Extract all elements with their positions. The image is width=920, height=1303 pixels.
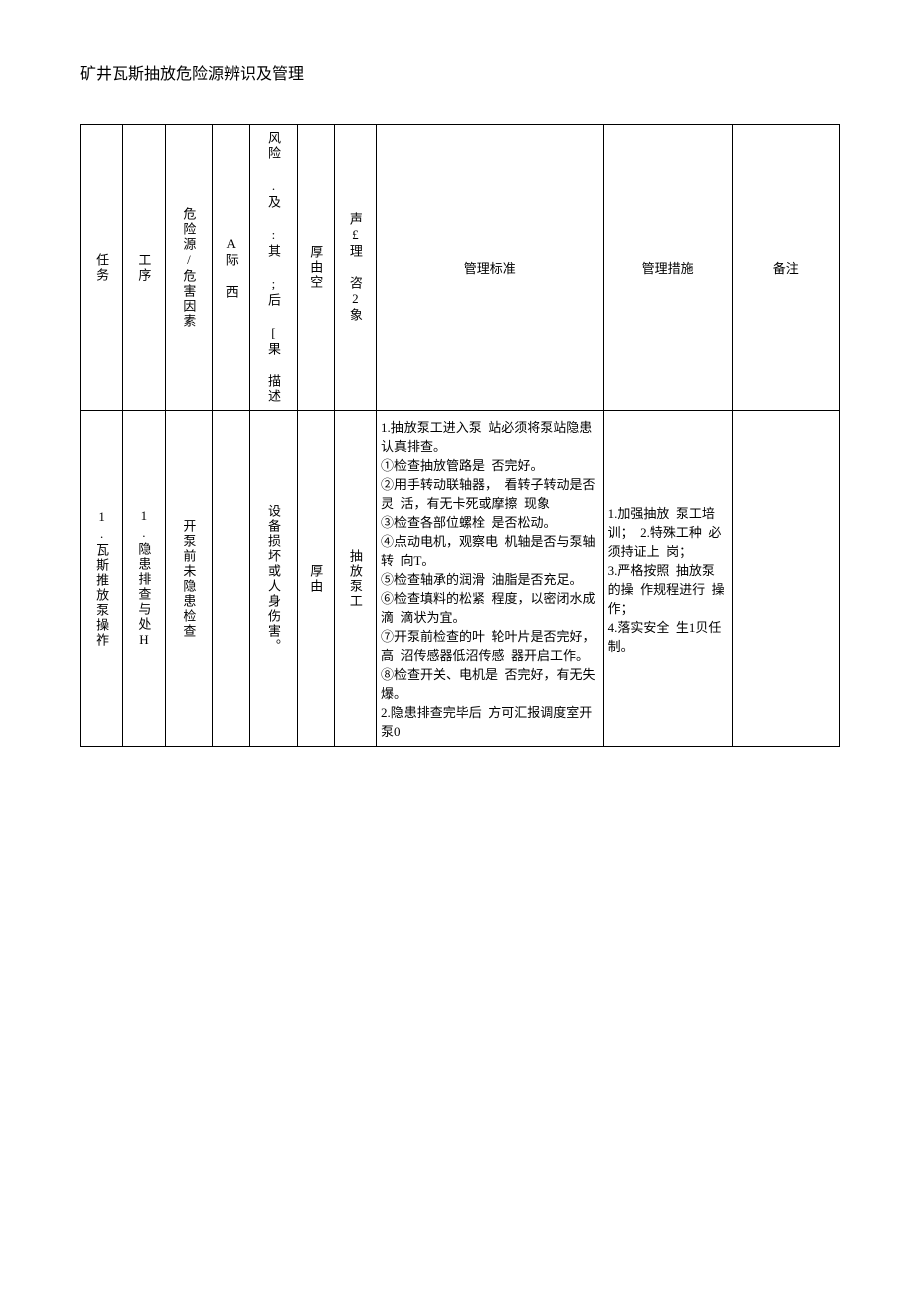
col-remarks: 备注 <box>732 125 839 411</box>
table-row: 1.瓦斯推放泵操祚 1.隐患排查与处H 开泵前未隐患检查 设备损坏或人身伤害。 … <box>81 411 840 747</box>
col-task: 任务 <box>81 125 123 411</box>
table-header-row: 任务 工序 危险源/危害因素 A际 西 风险 .及 :其 ;后 [果 描述 厚由… <box>81 125 840 411</box>
col-5: 厚由空 <box>297 125 334 411</box>
cell-task: 1.瓦斯推放泵操祚 <box>81 411 123 747</box>
col-procedure: 工序 <box>123 125 165 411</box>
col-risk-desc: 风险 .及 :其 ;后 [果 描述 <box>250 125 298 411</box>
col-measures: 管理措施 <box>603 125 732 411</box>
cell-hazard: 开泵前未隐患检查 <box>165 411 213 747</box>
cell-remarks <box>732 411 839 747</box>
col-standard: 管理标准 <box>376 125 603 411</box>
col-3: A际 西 <box>213 125 250 411</box>
col-6: 声£理 咨2象 <box>334 125 376 411</box>
cell-6: 抽放泵工 <box>334 411 376 747</box>
cell-measures: 1.加强抽放 泵工培训； 2.特殊工种 必须持证上 岗； 3.严格按照 抽放泵的… <box>603 411 732 747</box>
cell-risk-desc: 设备损坏或人身伤害。 <box>250 411 298 747</box>
cell-standard: 1.抽放泵工进入泵 站必须将泵站隐患 认真排查。 ①检查抽放管路是 否完好。 ②… <box>376 411 603 747</box>
cell-5: 厚由 <box>297 411 334 747</box>
page-title: 矿井瓦斯抽放危险源辨识及管理 <box>80 60 840 84</box>
hazard-table: 任务 工序 危险源/危害因素 A际 西 风险 .及 :其 ;后 [果 描述 厚由… <box>80 124 840 747</box>
col-hazard: 危险源/危害因素 <box>165 125 213 411</box>
cell-procedure: 1.隐患排查与处H <box>123 411 165 747</box>
cell-3 <box>213 411 250 747</box>
